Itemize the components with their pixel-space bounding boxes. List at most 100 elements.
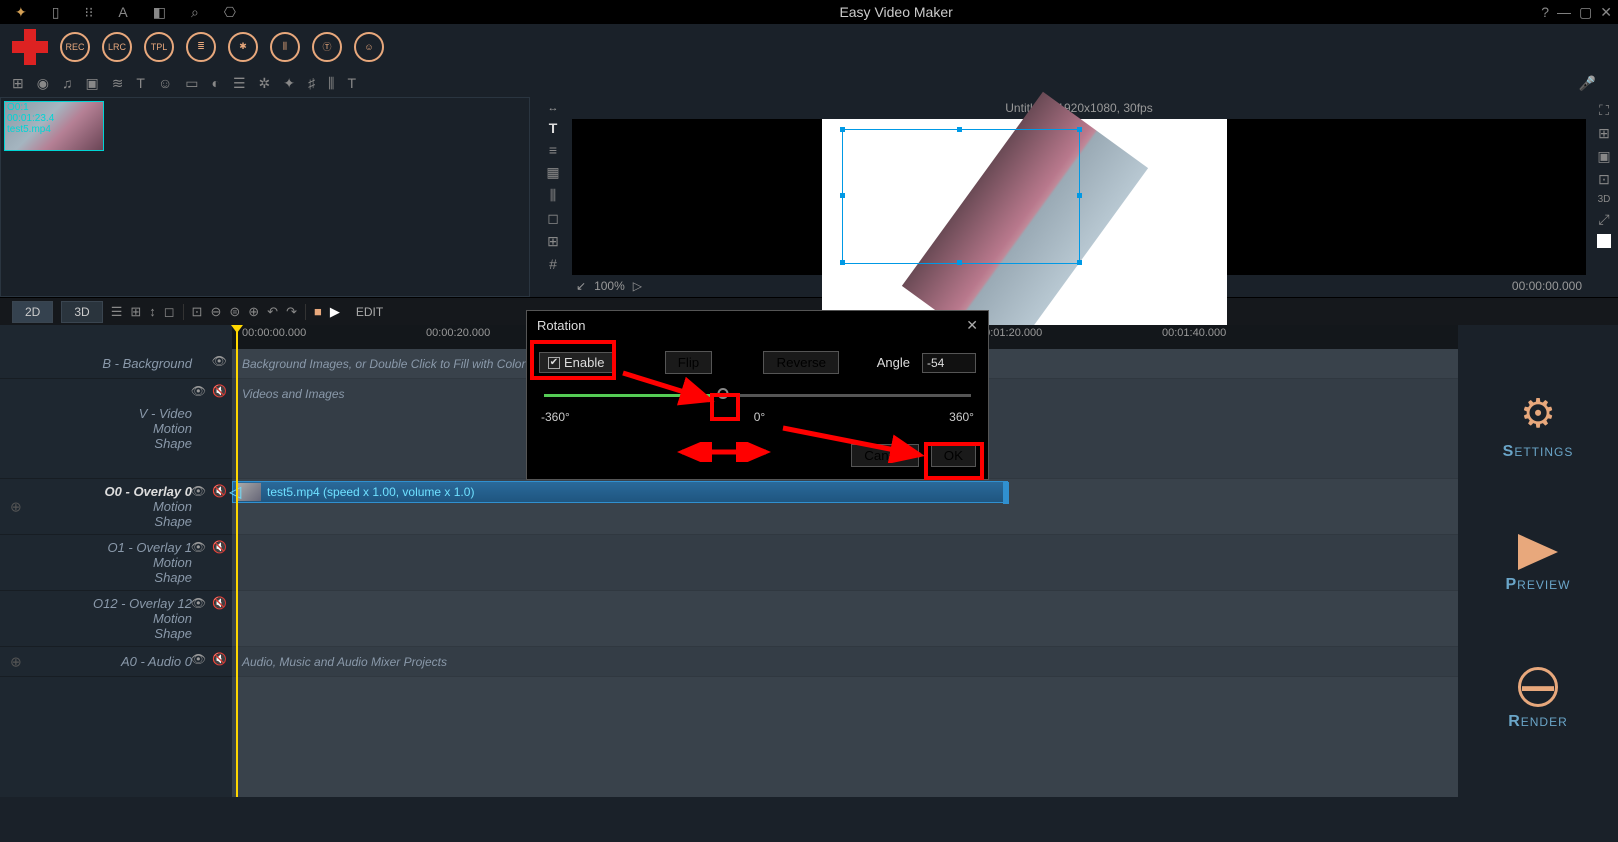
center-icon[interactable]: ⊞ (1598, 125, 1610, 142)
contrast-icon[interactable]: ◐ (212, 75, 220, 91)
track-row-overlay12[interactable] (232, 591, 1458, 647)
sliders-icon[interactable]: ⁝⁝ (84, 4, 93, 21)
slider-thumb[interactable] (718, 388, 729, 399)
table-icon[interactable]: ▦ (546, 164, 559, 181)
help-button[interactable]: ? (1541, 4, 1549, 21)
eye-icon[interactable]: 👁 (191, 596, 206, 610)
screen-icon[interactable]: ▣ (85, 75, 98, 92)
mute-icon[interactable]: 🔇 (212, 384, 227, 398)
battery-icon[interactable]: ▭ (185, 75, 198, 92)
align-icon[interactable]: ≡ (549, 142, 557, 158)
list-button[interactable]: ≣ (186, 32, 216, 62)
text-tool-icon[interactable]: T (549, 120, 558, 136)
split-icon[interactable]: ◧ (153, 4, 166, 21)
snap-icon[interactable]: ⊡ (192, 304, 203, 320)
track-label-overlay12[interactable]: O12 - Overlay 12 Motion Shape 👁🔇 (0, 591, 232, 647)
eye-icon[interactable]: 👁 (191, 484, 206, 498)
track-row-audio0[interactable]: Audio, Music and Audio Mixer Projects (232, 647, 1458, 677)
resize-handle-icon[interactable]: ↔ (548, 102, 559, 114)
playhead[interactable] (236, 325, 238, 797)
fullscreen-icon[interactable]: ⤢ (1598, 211, 1609, 228)
wand-icon[interactable]: ✦ (15, 4, 27, 21)
fit-icon[interactable]: ▣ (1597, 148, 1610, 165)
eye-icon[interactable]: 👁 (191, 384, 206, 398)
tune-icon[interactable]: ♯ (308, 75, 315, 91)
track-row-overlay1[interactable] (232, 535, 1458, 591)
lrc-button[interactable]: LRC (102, 32, 132, 62)
bold-text-icon[interactable]: T (347, 75, 356, 91)
camera-icon[interactable]: ◉ (37, 75, 49, 92)
track-label-background[interactable]: B - Background 👁 (0, 349, 232, 379)
reverse-button[interactable]: Reverse (763, 351, 839, 374)
chart-icon[interactable]: ⫼ (550, 187, 556, 204)
render-button[interactable]: ▬▬ RENDER (1508, 667, 1568, 731)
shirt-icon[interactable]: ⎔ (224, 4, 236, 21)
preview-button[interactable]: PREVIEW (1505, 534, 1570, 594)
redo-icon[interactable]: ↷ (286, 304, 297, 320)
text-style-button[interactable]: Ⓣ (312, 32, 342, 62)
mute-icon[interactable]: 🔇 (212, 652, 227, 666)
add-button[interactable] (12, 29, 48, 65)
profile-button[interactable]: ☺ (354, 32, 384, 62)
folder-icon[interactable]: ⊞ (12, 75, 24, 92)
sort-icon[interactable]: ↕ (149, 304, 156, 319)
track-row-overlay0[interactable]: ◁ test5.mp4 (speed x 1.00, volume x 1.0) (232, 479, 1458, 535)
flower-icon[interactable]: ✲ (259, 75, 271, 92)
hash-icon[interactable]: # (549, 256, 557, 272)
tab-3d[interactable]: 3D (61, 301, 102, 323)
dialog-titlebar[interactable]: Rotation ✕ (527, 311, 988, 339)
compass-icon[interactable]: A (118, 4, 127, 21)
dialog-close-button[interactable]: ✕ (966, 317, 978, 334)
tab-2d[interactable]: 2D (12, 301, 53, 323)
zoom-fit-icon[interactable]: ⊜ (229, 304, 240, 320)
add-track-icon[interactable]: ⊕ (10, 653, 22, 670)
frame-icon[interactable]: ⊡ (1598, 171, 1610, 188)
minimize-button[interactable]: — (1557, 4, 1571, 21)
search-icon[interactable]: ⌕ (191, 4, 199, 21)
media-bin[interactable]: O0:1 00:01:23.4 test5.mp4 (0, 97, 530, 297)
enable-checkbox[interactable]: ✔ Enable (539, 352, 613, 373)
menu-icon[interactable]: ☰ (233, 75, 246, 92)
text-icon[interactable]: T (136, 75, 145, 91)
template-button[interactable]: TPL (144, 32, 174, 62)
color-swatch[interactable] (1597, 234, 1611, 248)
effects-button[interactable]: ✱ (228, 32, 258, 62)
ok-button[interactable]: OK (931, 444, 976, 467)
rotation-slider[interactable] (544, 394, 971, 397)
selection-box[interactable] (842, 129, 1080, 264)
track-label-overlay0[interactable]: ⊕ O0 - Overlay 0 Motion Shape 👁🔇 (0, 479, 232, 535)
media-clip[interactable]: O0:1 00:01:23.4 test5.mp4 (4, 101, 104, 151)
track-label-audio0[interactable]: ⊕ A0 - Audio 0 👁🔇 (0, 647, 232, 677)
clip-end-handle[interactable] (1003, 482, 1009, 504)
angle-input[interactable] (922, 353, 976, 373)
grid-view-icon[interactable]: ⊞ (130, 304, 141, 320)
eye-icon[interactable]: 👁 (212, 354, 227, 368)
record-button[interactable]: REC (60, 32, 90, 62)
grid-icon[interactable]: ⊞ (547, 233, 559, 250)
layers-icon[interactable]: ≋ (112, 75, 124, 92)
audio-button[interactable]: ⫼ (270, 32, 300, 62)
undo-icon[interactable]: ↶ (267, 304, 278, 320)
3d-icon[interactable]: 3D (1598, 194, 1611, 205)
puzzle-icon[interactable]: ✦ (283, 75, 295, 92)
mute-icon[interactable]: 🔇 (212, 596, 227, 610)
bookmark-icon[interactable]: ▯ (52, 4, 60, 21)
music-icon[interactable]: ♫ (62, 75, 73, 91)
microphone-icon[interactable]: 🎤 (1579, 75, 1596, 92)
emoji-icon[interactable]: ☺ (158, 75, 172, 91)
stop-icon[interactable]: ■ (314, 304, 322, 319)
mute-icon[interactable]: 🔇 (212, 540, 227, 554)
crop-icon[interactable]: ◻ (547, 210, 559, 227)
collapse-icon[interactable]: ↙ (576, 279, 586, 293)
play-preview-icon[interactable]: ▷ (633, 279, 642, 293)
zoom-in-icon[interactable]: ⊕ (248, 304, 259, 320)
play-icon[interactable]: ▶ (330, 304, 340, 320)
add-track-icon[interactable]: ⊕ (10, 498, 22, 515)
eye-icon[interactable]: 👁 (191, 540, 206, 554)
track-label-video[interactable]: V - Video Motion Shape 👁🔇 (0, 379, 232, 479)
settings-button[interactable]: ⚙ SETTINGS (1503, 391, 1574, 461)
select-icon[interactable]: ◻ (164, 304, 175, 320)
mute-icon[interactable]: 🔇 (212, 484, 227, 498)
equalizer-icon[interactable]: ⫼ (328, 75, 334, 92)
edit-label[interactable]: EDIT (356, 305, 383, 319)
